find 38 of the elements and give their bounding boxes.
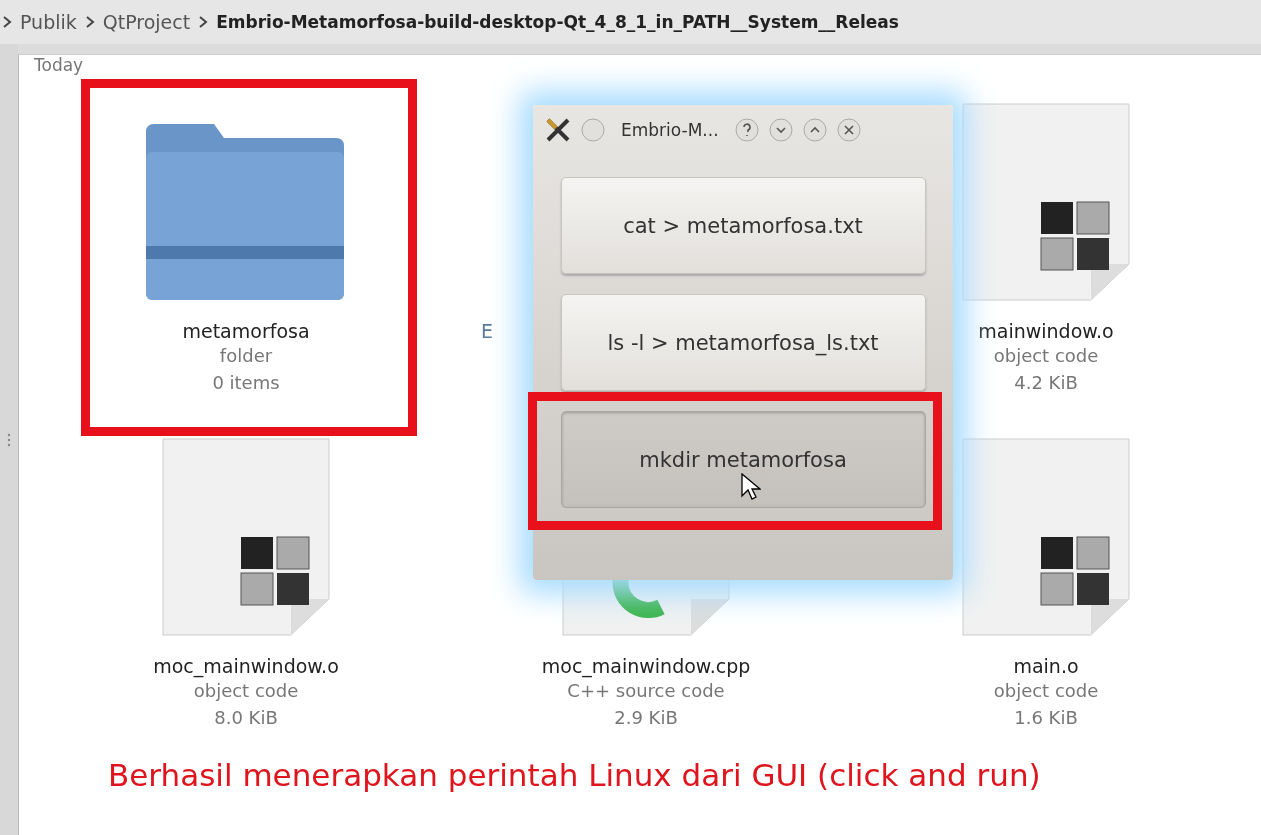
chevron-down-icon[interactable] <box>768 118 793 142</box>
chevron-right-icon <box>198 15 209 29</box>
file-type: object code <box>993 344 1099 368</box>
file-name: E <box>481 320 493 342</box>
file-size: 2.9 KiB <box>614 706 678 730</box>
file-name[interactable]: mainwindow.o <box>978 320 1114 342</box>
chevron-right-icon <box>2 15 12 29</box>
file-type: object code <box>193 679 299 703</box>
app-logo-icon <box>545 117 571 143</box>
help-icon[interactable] <box>734 118 759 142</box>
group-label: Today <box>34 55 84 75</box>
file-size: 1.6 KiB <box>1014 706 1078 730</box>
close-icon[interactable] <box>836 118 861 142</box>
object-file-icon <box>161 437 331 637</box>
command-button[interactable]: ls -l > metamorfosa_ls.txt <box>560 294 926 391</box>
command-button[interactable]: mkdir metamorfosa <box>560 411 926 508</box>
file-type: C++ source code <box>567 679 725 703</box>
breadcrumb-link[interactable]: Publik <box>20 11 77 33</box>
file-size: 4.2 KiB <box>1014 371 1078 395</box>
object-file-icon <box>961 437 1131 637</box>
file-type: folder <box>219 344 273 368</box>
file-name[interactable]: moc_mainwindow.cpp <box>541 655 751 677</box>
command-button[interactable]: cat > metamorfosa.txt <box>560 177 926 274</box>
file-type: object code <box>993 679 1099 703</box>
chevron-right-icon <box>84 15 95 29</box>
object-file-icon <box>961 102 1131 302</box>
chevron-up-icon[interactable] <box>802 118 827 142</box>
breadcrumb-link[interactable]: QtProject <box>102 11 191 33</box>
file-name[interactable]: main.o <box>1013 655 1079 677</box>
resize-handle-icon[interactable] <box>7 432 11 447</box>
file-name[interactable]: metamorfosa <box>182 320 310 342</box>
file-size: 0 items <box>212 371 280 395</box>
window-title: Embrio-M... <box>621 120 719 140</box>
current-folder-crumb[interactable]: Embrio-Metamorfosa-build-desktop-Qt_4_8_1_in_PATH__System__Releas <box>216 12 899 32</box>
annotation-caption: Berhasil menerapkan perintah Linux dari GUI (click and run) <box>108 757 1041 793</box>
file-name[interactable]: moc_mainwindow.o <box>153 655 339 677</box>
file-size: 8.0 KiB <box>214 706 278 730</box>
mouse-cursor-icon <box>740 473 761 501</box>
